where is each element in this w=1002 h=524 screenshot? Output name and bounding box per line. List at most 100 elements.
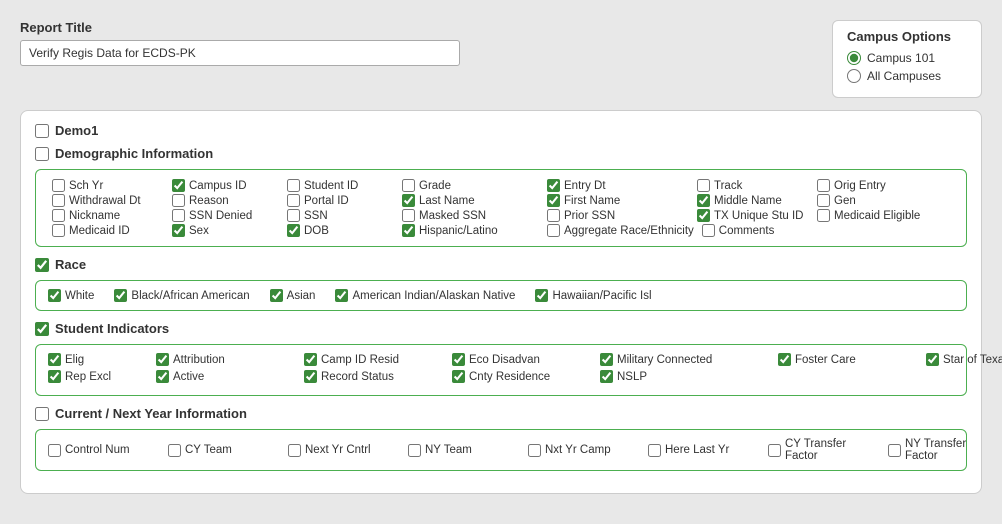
cb-prior-ssn-check[interactable]	[547, 209, 560, 222]
demographic-label: Demographic Information	[55, 146, 213, 161]
cb-ny-transfer-factor-check[interactable]	[888, 444, 901, 457]
cb-control-num-check[interactable]	[48, 444, 61, 457]
cb-entry-dt-check[interactable]	[547, 179, 560, 192]
cb-student-id: Student ID	[283, 178, 398, 193]
cb-hispanic-latino-check[interactable]	[402, 224, 415, 237]
campus-options-title: Campus Options	[847, 29, 965, 44]
cb-withdrawal-dt-check[interactable]	[52, 194, 65, 207]
cb-nickname-check[interactable]	[52, 209, 65, 222]
cb-orig-entry: Orig Entry	[813, 178, 958, 193]
cb-track-check[interactable]	[697, 179, 710, 192]
cb-dob-check[interactable]	[287, 224, 300, 237]
cb-nslp: NSLP	[600, 370, 690, 383]
cb-camp-id-resid: Camp ID Resid	[304, 353, 434, 366]
current-next-year-checkbox[interactable]	[35, 407, 49, 421]
demographic-checkbox[interactable]	[35, 147, 49, 161]
cb-rep-excl-check[interactable]	[48, 370, 61, 383]
cb-white: White	[48, 289, 94, 302]
report-title-block: Report Title	[20, 20, 812, 66]
race-checkbox[interactable]	[35, 258, 49, 272]
cb-elig: Elig	[48, 353, 138, 366]
cb-middle-name-check[interactable]	[697, 194, 710, 207]
student-indicators-label: Student Indicators	[55, 321, 169, 336]
cb-medicaid-eligible: Medicaid Eligible	[813, 208, 958, 223]
cb-comments-check[interactable]	[702, 224, 715, 237]
cb-foster-care: Foster Care	[778, 353, 908, 366]
demo1-row: Demo1	[35, 123, 967, 138]
cb-tx-unique-stu-id-check[interactable]	[697, 209, 710, 222]
cb-nslp-check[interactable]	[600, 370, 613, 383]
cb-white-check[interactable]	[48, 289, 61, 302]
cb-eco-disadvan-check[interactable]	[452, 353, 465, 366]
cb-ny-team-check[interactable]	[408, 444, 421, 457]
cb-next-yr-cntrl-check[interactable]	[288, 444, 301, 457]
cb-star-of-texas: Star of Texas Award	[926, 353, 1002, 366]
cb-masked-ssn-check[interactable]	[402, 209, 415, 222]
cb-rep-excl: Rep Excl	[48, 370, 138, 383]
cb-military-connected-check[interactable]	[600, 353, 613, 366]
cb-last-name-check[interactable]	[402, 194, 415, 207]
cb-record-status-check[interactable]	[304, 370, 317, 383]
cb-medicaid-id-check[interactable]	[52, 224, 65, 237]
campus-options-box: Campus Options Campus 101 All Campuses	[832, 20, 982, 98]
cb-black-african-american-check[interactable]	[114, 289, 127, 302]
cb-foster-care-check[interactable]	[778, 353, 791, 366]
cb-american-indian-check[interactable]	[335, 289, 348, 302]
demographic-row-4: Medicaid ID Sex DOB Hispanic/Latino Aggr…	[48, 223, 954, 238]
cb-sch-yr-check[interactable]	[52, 179, 65, 192]
cb-star-of-texas-check[interactable]	[926, 353, 939, 366]
cb-active-check[interactable]	[156, 370, 169, 383]
cb-attribution: Attribution	[156, 353, 286, 366]
cb-nxt-yr-camp-check[interactable]	[528, 444, 541, 457]
all-campuses-radio[interactable]	[847, 69, 861, 83]
cb-gen-check[interactable]	[817, 194, 830, 207]
cb-portal-id-check[interactable]	[287, 194, 300, 207]
cb-medicaid-eligible-check[interactable]	[817, 209, 830, 222]
cb-campus-id-check[interactable]	[172, 179, 185, 192]
current-next-year-section-row: Current / Next Year Information	[35, 406, 967, 421]
cb-attribution-check[interactable]	[156, 353, 169, 366]
cb-withdrawal-dt: Withdrawal Dt	[48, 193, 168, 208]
cb-ssn-denied: SSN Denied	[168, 208, 283, 223]
demographic-row-3: Nickname SSN Denied SSN Masked SSN Prior…	[48, 208, 954, 223]
indicators-row-2: Rep Excl Active Record Status Cnty Resid…	[48, 370, 954, 383]
cb-asian-check[interactable]	[270, 289, 283, 302]
cb-cy-team: CY Team	[168, 438, 278, 462]
cb-hawaiian-pacific-check[interactable]	[535, 289, 548, 302]
cb-grade: Grade	[398, 178, 543, 193]
current-next-year-group: Control Num CY Team Next Yr Cntrl NY Tea…	[35, 429, 967, 471]
cb-last-name: Last Name	[398, 193, 543, 208]
campus-101-label: Campus 101	[867, 51, 935, 65]
student-indicators-checkbox[interactable]	[35, 322, 49, 336]
campus-101-row: Campus 101	[847, 51, 965, 65]
cb-grade-check[interactable]	[402, 179, 415, 192]
cb-cnty-residence-check[interactable]	[452, 370, 465, 383]
cb-next-yr-cntrl: Next Yr Cntrl	[288, 438, 398, 462]
cb-masked-ssn: Masked SSN	[398, 208, 543, 223]
cb-cy-transfer-factor-check[interactable]	[768, 444, 781, 457]
indicators-row-1: Elig Attribution Camp ID Resid Eco Disad…	[48, 353, 954, 366]
race-section-row: Race	[35, 257, 967, 272]
cb-asian: Asian	[270, 289, 316, 302]
cb-elig-check[interactable]	[48, 353, 61, 366]
cb-cnty-residence: Cnty Residence	[452, 370, 582, 383]
cb-here-last-yr-check[interactable]	[648, 444, 661, 457]
cb-medicaid-id: Medicaid ID	[48, 223, 168, 238]
cb-cy-team-check[interactable]	[168, 444, 181, 457]
cb-record-status: Record Status	[304, 370, 434, 383]
cb-ssn-denied-check[interactable]	[172, 209, 185, 222]
cb-comments: Comments	[698, 223, 818, 238]
campus-101-radio[interactable]	[847, 51, 861, 65]
report-title-input[interactable]	[20, 40, 460, 66]
cb-sex-check[interactable]	[172, 224, 185, 237]
cb-ssn-check[interactable]	[287, 209, 300, 222]
cb-camp-id-resid-check[interactable]	[304, 353, 317, 366]
cb-reason-check[interactable]	[172, 194, 185, 207]
demo1-checkbox[interactable]	[35, 124, 49, 138]
cb-aggregate-race-check[interactable]	[547, 224, 560, 237]
cb-first-name-check[interactable]	[547, 194, 560, 207]
cb-dob: DOB	[283, 223, 398, 238]
cb-eco-disadvan: Eco Disadvan	[452, 353, 582, 366]
cb-student-id-check[interactable]	[287, 179, 300, 192]
cb-orig-entry-check[interactable]	[817, 179, 830, 192]
